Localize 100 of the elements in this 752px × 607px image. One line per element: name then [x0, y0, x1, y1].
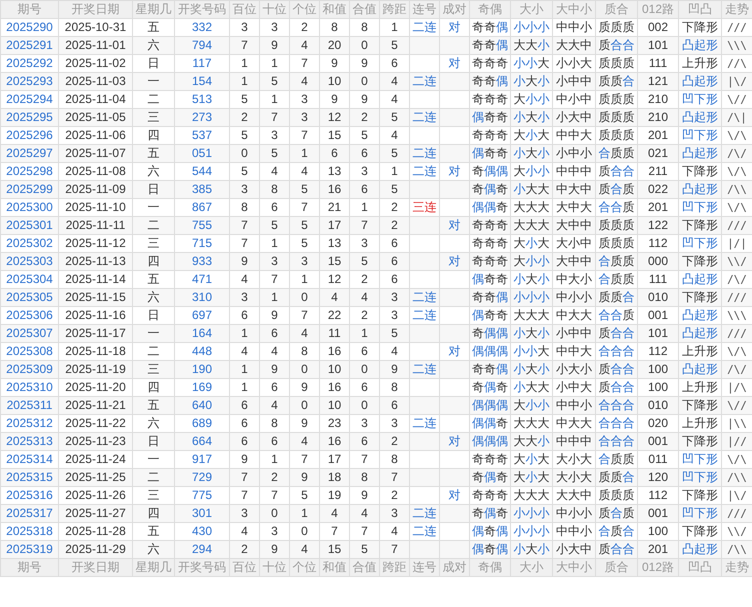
span-text: 9	[391, 362, 398, 376]
digit-text: 5	[271, 146, 278, 160]
digit-text: 7	[271, 110, 278, 124]
trend-text: ///	[727, 291, 747, 304]
sum-tail-text: 2	[361, 110, 368, 124]
digit-text: 9	[271, 542, 278, 556]
parity-text: 奇奇奇	[472, 488, 508, 502]
sum-tail-text: 1	[361, 200, 368, 214]
weekday-text: 六	[148, 416, 160, 430]
digit-text: 4	[301, 434, 308, 448]
route-text: 211	[648, 164, 668, 178]
digit-text: 5	[301, 236, 308, 250]
consecutive-text: 二连	[412, 146, 436, 160]
size-text: 大小大	[514, 236, 550, 250]
trend-text: \/\	[727, 345, 747, 358]
column-header: 跨距	[380, 558, 410, 576]
digit-text: 7	[301, 200, 308, 214]
prime-text: 合合质	[598, 200, 634, 214]
shape-text: 下降形	[682, 434, 718, 448]
size-text: 大小小	[514, 92, 550, 106]
date-text: 2025-11-21	[65, 398, 126, 412]
shape-text: 凹下形	[682, 200, 718, 214]
prime-text: 合合合	[598, 434, 634, 448]
digit-text: 3	[271, 128, 278, 142]
weekday-text: 四	[148, 506, 160, 520]
digit-text: 9	[241, 452, 248, 466]
column-header: 012路	[638, 558, 678, 576]
digit-text: 6	[271, 326, 278, 340]
trend-text: /\/	[727, 147, 747, 160]
route-text: 021	[648, 146, 668, 160]
date-text: 2025-11-23	[65, 434, 126, 448]
parity-text: 偶偶奇	[472, 416, 508, 430]
trend-text: ///	[727, 327, 747, 340]
range-text: 大中大	[556, 200, 592, 214]
digit-text: 7	[271, 272, 278, 286]
trend-text: /\\	[727, 471, 747, 484]
date-text: 2025-11-04	[65, 92, 126, 106]
date-text: 2025-11-07	[65, 146, 126, 160]
sum-text: 12	[328, 110, 342, 124]
digit-text: 6	[241, 308, 248, 322]
digit-text: 7	[301, 128, 308, 142]
range-text: 小中大	[556, 380, 592, 394]
weekday-text: 日	[148, 182, 160, 196]
date-text: 2025-11-17	[65, 326, 126, 340]
parity-text: 奇奇偶	[472, 290, 508, 304]
sum-tail-text: 1	[361, 326, 368, 340]
shape-text: 凹下形	[682, 92, 718, 106]
trend-text: |//	[727, 435, 747, 448]
digit-text: 1	[241, 326, 248, 340]
prime-text: 质合合	[598, 542, 634, 556]
trend-text: \\\	[727, 39, 747, 52]
weekday-text: 三	[148, 110, 160, 124]
trend-text: /\|	[727, 111, 747, 124]
digit-text: 5	[271, 218, 278, 232]
weekday-text: 二	[148, 92, 160, 106]
span-text: 6	[391, 236, 398, 250]
pair-text: 对	[448, 218, 460, 232]
trend-text: \\\	[727, 309, 747, 322]
sum-tail-text: 0	[361, 74, 368, 88]
route-text: 112	[648, 236, 668, 250]
sum-text: 7	[331, 524, 338, 538]
range-text: 中中中	[556, 434, 592, 448]
sum-text: 17	[328, 452, 342, 466]
weekday-text: 二	[148, 218, 160, 232]
column-header: 百位	[230, 558, 260, 576]
size-text: 大大大	[514, 200, 550, 214]
date-text: 2025-11-14	[65, 272, 126, 286]
digit-text: 9	[271, 308, 278, 322]
shape-text: 凸起形	[682, 38, 718, 52]
consecutive-text: 二连	[412, 416, 436, 430]
parity-text: 奇奇奇	[472, 218, 508, 232]
range-text: 大小中	[556, 236, 592, 250]
shape-text: 凹下形	[682, 506, 718, 520]
parity-text: 奇偶偶	[472, 164, 508, 178]
digit-text: 9	[301, 380, 308, 394]
sum-tail-text: 4	[361, 290, 368, 304]
route-text: 001	[648, 308, 668, 322]
date-text: 2025-11-24	[65, 452, 126, 466]
weekday-text: 五	[148, 398, 160, 412]
route-text: 101	[648, 326, 668, 340]
size-text: 小大大	[514, 380, 550, 394]
route-text: 010	[648, 290, 668, 304]
digit-text: 9	[271, 362, 278, 376]
shape-text: 下降形	[682, 254, 718, 268]
range-text: 中大小	[556, 272, 592, 286]
route-text: 122	[648, 218, 668, 232]
consecutive-text: 二连	[412, 308, 436, 322]
prime-text: 质质质	[598, 128, 634, 142]
span-text: 3	[391, 506, 398, 520]
digit-text: 4	[271, 398, 278, 412]
weekday-text: 五	[148, 272, 160, 286]
prime-text: 质质质	[598, 92, 634, 106]
consecutive-text: 二连	[412, 506, 436, 520]
range-text: 中中大	[556, 128, 592, 142]
size-text: 大小大	[514, 470, 550, 484]
sum-text: 16	[328, 434, 342, 448]
weekday-text: 五	[148, 20, 160, 34]
trend-text: \//	[727, 93, 747, 106]
sum-text: 11	[328, 326, 341, 340]
size-text: 小小小	[514, 20, 550, 34]
